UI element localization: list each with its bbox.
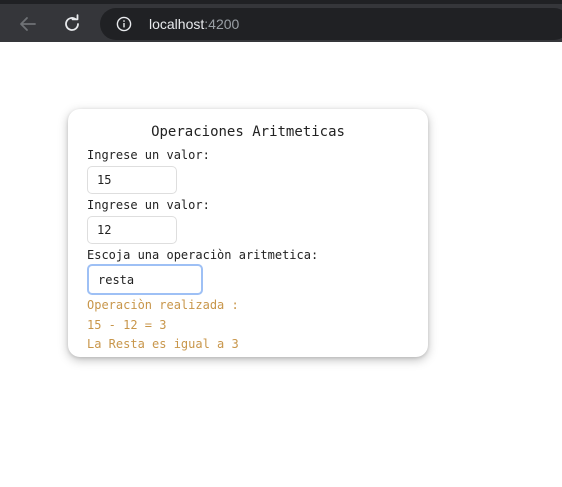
value-1-label: Ingrese un valor: — [87, 148, 210, 162]
url-text[interactable]: localhost:4200 — [149, 15, 239, 33]
operations-card: Operaciones Aritmeticas Ingrese un valor… — [68, 109, 428, 357]
value-1-input[interactable] — [87, 166, 177, 194]
back-arrow-icon — [20, 17, 36, 31]
info-icon[interactable] — [116, 16, 132, 32]
url-port: :4200 — [204, 16, 240, 32]
address-bar[interactable]: localhost:4200 — [100, 8, 562, 40]
result-sentence: La Resta es igual a 3 — [87, 337, 239, 351]
result-heading: Operaciòn realizada : — [87, 298, 239, 312]
reload-button[interactable] — [58, 10, 86, 38]
result-expression: 15 - 12 = 3 — [87, 318, 167, 332]
reload-icon — [65, 14, 79, 31]
operation-label: Escoja una operaciòn aritmetica: — [87, 248, 319, 262]
value-2-input[interactable] — [87, 216, 177, 244]
browser-toolbar: localhost:4200 — [0, 0, 562, 42]
card-title: Operaciones Aritmeticas — [151, 124, 345, 140]
back-button[interactable] — [14, 10, 42, 38]
url-host: localhost — [149, 16, 205, 32]
value-2-label: Ingrese un valor: — [87, 198, 210, 212]
operation-input[interactable] — [87, 264, 203, 295]
